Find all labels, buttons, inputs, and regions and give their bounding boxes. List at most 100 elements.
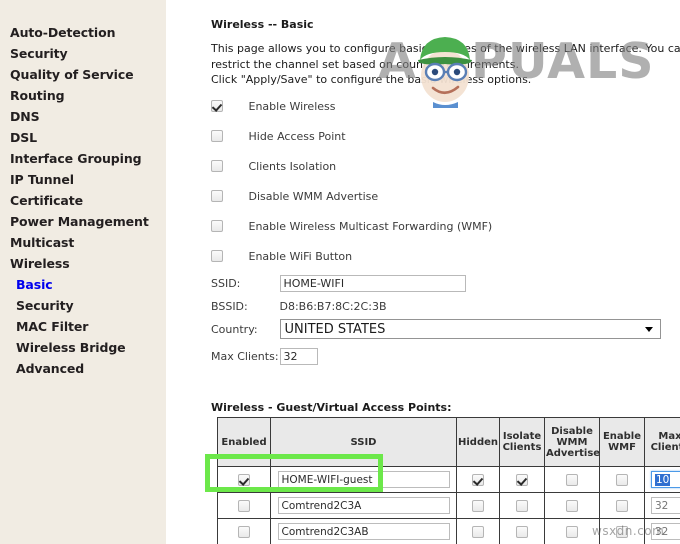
enable-wifi-button-label: Enable WiFi Button — [248, 249, 353, 263]
table-row: Comtrend2C3AB 32 — [217, 518, 680, 544]
row-3-ssid-input[interactable]: Comtrend2C3AB — [277, 523, 450, 540]
row-2-wmm-cell[interactable] — [544, 492, 600, 519]
sidebar-item-ip-tunnel[interactable]: IP Tunnel — [0, 169, 166, 190]
row-3-enabled-checkbox[interactable] — [238, 526, 250, 538]
row-1-isolate-clients-checkbox[interactable] — [516, 474, 528, 486]
row-1-enabled-cell[interactable] — [217, 466, 271, 493]
row-2-enabled-cell[interactable] — [217, 492, 271, 519]
row-2-max-clients-input[interactable]: 32 — [651, 497, 680, 514]
checkbox-row-enable-wireless[interactable]: Enable Wireless — [211, 99, 336, 113]
row-2-hidden-cell[interactable] — [456, 492, 500, 519]
sidebar-item-multicast[interactable]: Multicast — [0, 232, 166, 253]
country-select[interactable]: UNITED STATES — [279, 319, 661, 339]
ssid-field-row: SSID: HOME-WIFI — [211, 275, 466, 293]
row-2-isolate-cell[interactable] — [499, 492, 545, 519]
table-header-row: Enabled SSID Hidden Isolate Clients Disa… — [217, 417, 680, 467]
sidebar-item-interface-grouping[interactable]: Interface Grouping — [0, 148, 166, 169]
guest-ap-section-title: Wireless - Guest/Virtual Access Points: — [211, 401, 452, 414]
max-clients-field-row: Max Clients: 32 — [211, 348, 318, 366]
row-3-wmf-cell[interactable] — [599, 518, 645, 544]
row-3-enable-wmf-checkbox[interactable] — [616, 526, 628, 538]
sidebar-item-certificate[interactable]: Certificate — [0, 190, 166, 211]
checkbox-row-enable-wifi-button[interactable]: Enable WiFi Button — [211, 249, 352, 263]
bssid-label: BSSID: — [211, 299, 248, 313]
country-label: Country: — [211, 322, 258, 336]
row-1-isolate-cell[interactable] — [499, 466, 545, 493]
row-3-disable-wmm-checkbox[interactable] — [566, 526, 578, 538]
row-1-hidden-cell[interactable] — [456, 466, 500, 493]
sidebar-item-wireless[interactable]: Wireless — [0, 253, 166, 274]
enable-wireless-multicast-forwarding-label: Enable Wireless Multicast Forwarding (WM… — [248, 219, 493, 233]
page-description: This page allows you to configure basic … — [211, 41, 680, 88]
row-3-max-clients-input[interactable]: 32 — [651, 523, 680, 540]
row-3-wmm-cell[interactable] — [544, 518, 600, 544]
sidebar-item-security[interactable]: Security — [0, 43, 166, 64]
sidebar-item-advanced[interactable]: Advanced — [0, 358, 166, 379]
row-1-max-clients-input[interactable]: 10 — [651, 471, 680, 488]
header-hidden: Hidden — [456, 417, 500, 467]
row-3-hidden-cell[interactable] — [456, 518, 500, 544]
max-clients-label: Max Clients: — [211, 350, 279, 363]
row-1-hidden-checkbox[interactable] — [472, 474, 484, 486]
row-2-ssid-input[interactable]: Comtrend2C3A — [277, 497, 450, 514]
enable-wifi-button-checkbox[interactable] — [211, 250, 223, 262]
row-2-disable-wmm-checkbox[interactable] — [566, 500, 578, 512]
sidebar-item-auto-detection[interactable]: Auto-Detection — [0, 22, 166, 43]
clients-isolation-checkbox[interactable] — [211, 160, 223, 172]
row-3-isolate-cell[interactable] — [499, 518, 545, 544]
row-1-enable-wmf-checkbox[interactable] — [616, 474, 628, 486]
country-field-row: Country: UNITED STATES — [211, 319, 661, 339]
sidebar-item-security[interactable]: Security — [0, 295, 166, 316]
row-2-hidden-checkbox[interactable] — [472, 500, 484, 512]
sidebar-item-mac-filter[interactable]: MAC Filter — [0, 316, 166, 337]
checkbox-row-disable-wmm-advertise[interactable]: Disable WMM Advertise — [211, 189, 378, 203]
row-3-ssid-cell: Comtrend2C3AB — [270, 518, 457, 544]
disable-wmm-advertise-checkbox[interactable] — [211, 190, 223, 202]
sidebar-item-dns[interactable]: DNS — [0, 106, 166, 127]
description-line-1: This page allows you to configure basic … — [211, 42, 680, 55]
sidebar-item-basic[interactable]: Basic — [0, 274, 166, 295]
row-1-wmm-cell[interactable] — [544, 466, 600, 493]
row-1-ssid-cell: HOME-WIFI-guest — [270, 466, 457, 493]
row-1-ssid-input[interactable]: HOME-WIFI-guest — [277, 471, 450, 488]
row-1-disable-wmm-checkbox[interactable] — [566, 474, 578, 486]
max-clients-input[interactable]: 32 — [279, 348, 318, 365]
sidebar-navigation: Auto-Detection Security Quality of Service… — [0, 0, 166, 544]
ssid-label: SSID: — [211, 277, 241, 290]
sidebar-item-power-management[interactable]: Power Management — [0, 211, 166, 232]
row-2-isolate-clients-checkbox[interactable] — [516, 500, 528, 512]
sidebar-item-dsl[interactable]: DSL — [0, 127, 166, 148]
bssid-field-row: BSSID: D8:B6:B7:8C:2C:3B — [211, 299, 387, 317]
row-3-isolate-clients-checkbox[interactable] — [516, 526, 528, 538]
sidebar-item-quality-of-service[interactable]: Quality of Service — [0, 64, 166, 85]
row-1-wmf-cell[interactable] — [599, 466, 645, 493]
header-disable-wmm-advertise: Disable WMM Advertise — [544, 417, 600, 467]
table-row: Comtrend2C3A 32 — [217, 492, 680, 519]
chevron-down-icon — [644, 327, 653, 332]
sidebar-item-routing[interactable]: Routing — [0, 85, 166, 106]
hide-access-point-label: Hide Access Point — [248, 129, 346, 143]
router-admin-page: Auto-Detection Security Quality of Service… — [0, 0, 680, 544]
row-2-enable-wmf-checkbox[interactable] — [616, 500, 628, 512]
row-1-max-clients-value: 10 — [655, 474, 671, 486]
table-row: HOME-WIFI-guest 10 — [217, 466, 680, 493]
row-2-wmf-cell[interactable] — [599, 492, 645, 519]
row-1-max-clients-cell: 10 — [644, 466, 680, 493]
header-max-clients: Max Clients — [644, 417, 680, 467]
bssid-value: D8:B6:B7:8C:2C:3B — [279, 299, 387, 313]
row-3-hidden-checkbox[interactable] — [472, 526, 484, 538]
checkbox-row-hide-access-point[interactable]: Hide Access Point — [211, 129, 346, 143]
sidebar-item-wireless-bridge[interactable]: Wireless Bridge — [0, 337, 166, 358]
row-2-enabled-checkbox[interactable] — [238, 500, 250, 512]
checkbox-row-clients-isolation[interactable]: Clients Isolation — [211, 159, 336, 173]
enable-wireless-checkbox[interactable] — [211, 100, 223, 112]
row-3-enabled-cell[interactable] — [217, 518, 271, 544]
ssid-input[interactable]: HOME-WIFI — [279, 275, 466, 292]
hide-access-point-checkbox[interactable] — [211, 130, 223, 142]
row-2-max-clients-cell: 32 — [644, 492, 680, 519]
guest-access-points-table: Enabled SSID Hidden Isolate Clients Disa… — [217, 417, 680, 544]
row-3-max-clients-cell: 32 — [644, 518, 680, 544]
checkbox-row-enable-wmf[interactable]: Enable Wireless Multicast Forwarding (WM… — [211, 219, 492, 233]
row-1-enabled-checkbox[interactable] — [238, 474, 250, 486]
enable-wireless-multicast-forwarding-checkbox[interactable] — [211, 220, 223, 232]
